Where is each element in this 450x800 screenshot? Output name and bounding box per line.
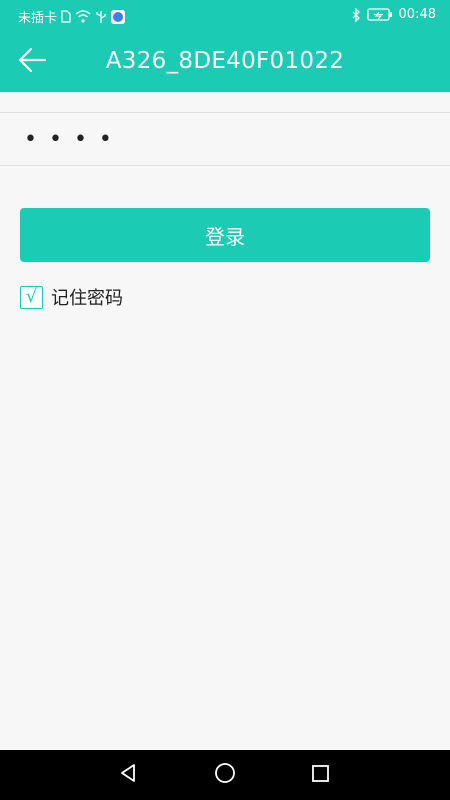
remember-password-label: 记住密码 xyxy=(51,288,123,309)
home-circle-icon xyxy=(213,761,237,789)
nav-home-button[interactable] xyxy=(213,763,237,787)
nav-back-button[interactable] xyxy=(116,763,140,787)
password-row xyxy=(0,113,450,166)
top-divider-strip xyxy=(0,92,450,113)
usb-icon xyxy=(95,10,107,24)
status-left-group: 未插卡 xyxy=(18,7,126,26)
title-bar: A326_8DE40F01022 xyxy=(0,32,450,92)
page-title: A326_8DE40F01022 xyxy=(105,48,345,74)
remember-password-row[interactable]: √ 记住密码 xyxy=(20,284,123,310)
status-bar: 未插卡 00:48 xyxy=(0,0,450,32)
login-button-label: 登录 xyxy=(205,224,245,249)
clock-text: 00:48 xyxy=(398,7,436,22)
remember-password-checkbox[interactable]: √ xyxy=(20,285,43,309)
nav-recents-button[interactable] xyxy=(308,763,332,787)
app-notification-icon xyxy=(111,9,126,24)
bluetooth-icon xyxy=(351,7,361,22)
recents-square-icon xyxy=(309,762,331,788)
back-triangle-icon xyxy=(117,762,139,788)
system-nav-bar xyxy=(0,750,450,800)
password-input[interactable] xyxy=(20,119,438,159)
battery-icon xyxy=(366,8,393,21)
checkmark-icon: √ xyxy=(25,286,38,307)
sim-icon xyxy=(61,10,71,23)
carrier-text: 未插卡 xyxy=(18,11,58,26)
login-button[interactable]: 登录 xyxy=(20,208,430,262)
wifi-icon xyxy=(75,10,91,23)
status-right-group: 00:48 xyxy=(351,7,436,22)
app-screen: 未插卡 00:48 A326_8DE40F01022 •••• 登录 √ 记住密… xyxy=(0,0,450,800)
